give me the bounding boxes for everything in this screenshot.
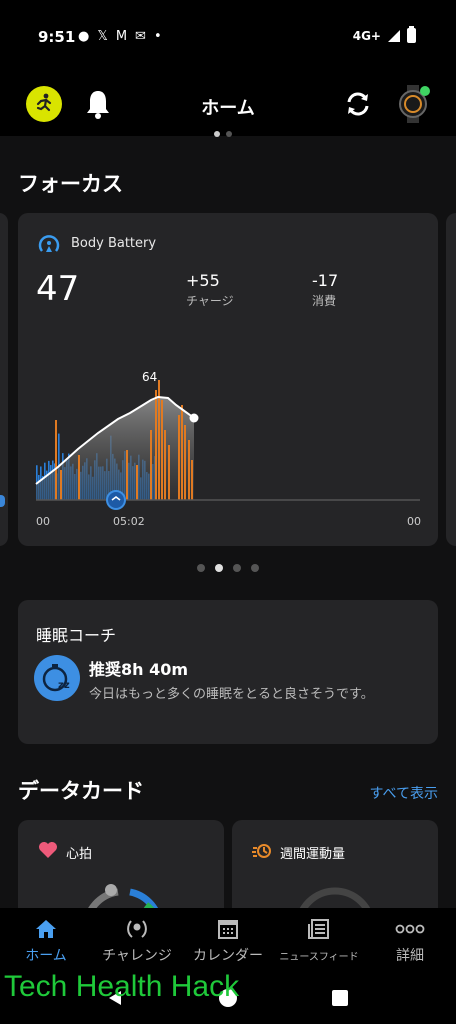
charge-label: チャージ (186, 294, 234, 308)
nav-calendar[interactable]: カレンダー (182, 908, 274, 972)
home-icon (36, 920, 56, 938)
drain-value: -17 (312, 271, 339, 290)
x-tick-start: 00 (36, 515, 50, 528)
sleep-timer-icon: zz (34, 655, 80, 701)
svg-text:zz: zz (58, 680, 70, 691)
battery-icon (407, 26, 416, 43)
sleep-marker-icon (106, 490, 126, 510)
sleep-coach-title: 睡眠コーチ (36, 626, 117, 645)
status-bar: 9:51 ● 𝕏 M ✉ • 4G+ (0, 0, 456, 72)
newsfeed-icon (308, 919, 329, 939)
stress-bar (191, 460, 193, 500)
nav-home[interactable]: ホーム (0, 908, 92, 972)
signal-icon (388, 29, 400, 42)
stress-bar (188, 440, 190, 500)
nav-calendar-label: カレンダー (193, 948, 263, 964)
sleep-coach-card[interactable]: 睡眠コーチ zz 推奨8h 40m 今日はもっと多くの睡眠をとると良さそうです。 (18, 600, 438, 744)
previous-card-marker (0, 495, 5, 507)
stress-bar (164, 430, 166, 500)
x-tick-mid: 05:02 (113, 515, 145, 528)
nav-newsfeed[interactable]: ニュースフィード (273, 908, 365, 972)
x-icon: 𝕏 (97, 29, 108, 44)
stress-bar (78, 455, 80, 500)
focus-page-indicator (197, 564, 259, 572)
status-time: 9:51 (38, 28, 76, 46)
sleep-recommendation: 推奨8h 40m (89, 660, 189, 679)
x-tick-end: 00 (407, 515, 421, 528)
body-battery-title: Body Battery (71, 236, 157, 251)
drain-label: 消費 (312, 294, 337, 308)
stress-bar (168, 445, 170, 500)
watermark: Tech Health Hack (4, 970, 240, 1003)
sleep-description: 今日はもっと多くの睡眠をとると良さそうです。 (89, 687, 374, 702)
battery-area (36, 397, 194, 500)
nav-more-label: 詳細 (396, 948, 424, 964)
stress-bar (161, 400, 163, 500)
next-card-peek[interactable] (446, 213, 456, 546)
stress-bar (184, 425, 186, 500)
weekly-intensity-title: 週間運動量 (280, 847, 346, 862)
stress-bar (150, 430, 152, 500)
nav-challenges[interactable]: チャレンジ (91, 908, 183, 972)
data-cards-title: データカード (18, 779, 144, 803)
bottom-nav: ホーム チャレンジ カレンダー ニュースフィード 詳細 (0, 908, 456, 972)
current-point (189, 413, 199, 423)
chat-icon: ● (78, 29, 90, 44)
page-title: ホーム (201, 98, 255, 119)
nav-newsfeed-label: ニュースフィード (279, 952, 359, 963)
body-battery-card[interactable]: Body Battery 47 +55 チャージ -17 消費 64 00 05… (18, 213, 438, 546)
charge-value: +55 (186, 271, 220, 290)
top-page-indicator (214, 131, 232, 137)
stress-bar (178, 415, 180, 500)
focus-section-title: フォーカス (18, 172, 123, 196)
heart-rate-title: 心拍 (66, 847, 93, 862)
heart-icon (39, 842, 57, 858)
peak-label: 64 (142, 370, 157, 384)
notification-icons: ● 𝕏 M ✉ • (78, 29, 162, 45)
body-battery-value: 47 (36, 269, 80, 309)
show-all-link[interactable]: すべて表示 (370, 783, 438, 803)
nav-home-label: ホーム (25, 948, 67, 964)
sync-icon[interactable] (342, 88, 374, 120)
recents-button[interactable] (332, 990, 348, 1006)
device-connected-dot (420, 86, 430, 96)
body-battery-icon (38, 235, 60, 252)
stress-bar (136, 465, 138, 500)
laurel-icon (127, 920, 147, 938)
mail-icon: ✉ (135, 29, 146, 44)
stress-bar (126, 450, 128, 500)
stress-bar (60, 470, 62, 500)
gmail-icon: M (115, 29, 128, 44)
stress-bar (181, 405, 183, 500)
calendar-icon (218, 920, 238, 939)
nav-more[interactable]: 詳細 (364, 908, 456, 972)
system-icons: 4G+ (352, 26, 416, 43)
intensity-icon (252, 844, 271, 858)
nav-challenges-label: チャレンジ (102, 948, 172, 964)
stress-bar (55, 420, 57, 500)
more-dots-icon (395, 924, 425, 934)
body-battery-chart: 64 00 05:02 00 (35, 370, 421, 528)
stress-bar (155, 390, 157, 500)
more-notifications-icon: • (153, 29, 162, 44)
network-label: 4G+ (352, 28, 381, 43)
